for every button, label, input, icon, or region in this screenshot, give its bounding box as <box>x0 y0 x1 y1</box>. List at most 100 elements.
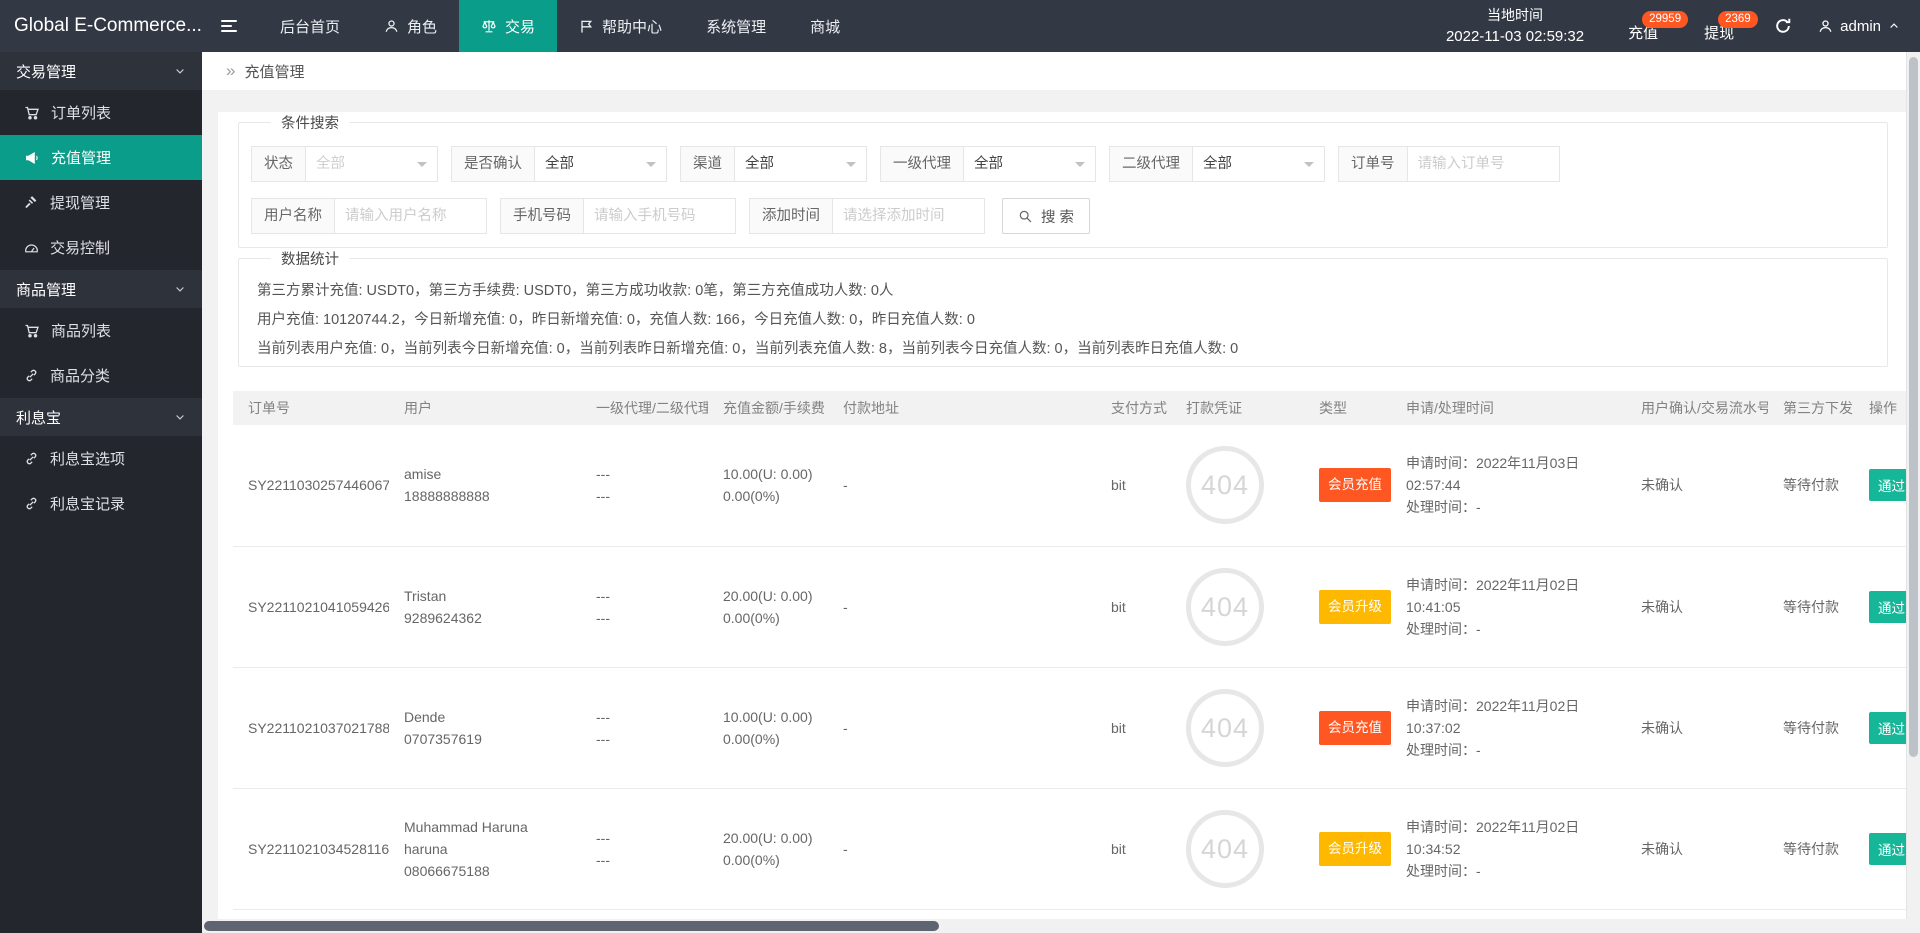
cell-actions: 通过 <box>1854 667 1908 788</box>
pass-button[interactable]: 通过 <box>1869 712 1908 744</box>
fee: 0.00(0%) <box>723 607 813 629</box>
cell-pay-method: bit <box>1096 425 1171 546</box>
nav-item-help-center[interactable]: 帮助中心 <box>557 0 684 52</box>
sidebar-item-recharge-manage[interactable]: 充值管理 <box>0 135 202 180</box>
sidebar-item-goods-list[interactable]: 商品列表 <box>0 308 202 353</box>
search-button[interactable]: 搜 索 <box>1002 198 1090 234</box>
cell-user-confirm: 未确认 <box>1626 425 1768 546</box>
local-time-label: 当地时间 <box>1446 4 1584 26</box>
sidebar-item-goods-category[interactable]: 商品分类 <box>0 353 202 398</box>
payment-proof-image: 404 <box>1186 568 1264 646</box>
nav-quick-recharge[interactable]: 充值29959 <box>1618 8 1668 44</box>
stats-lines: 第三方累计充值: USDT0，第三方手续费: USDT0，第三方成功收款: 0笔… <box>251 277 1875 364</box>
nav-item-roles[interactable]: 角色 <box>362 0 459 52</box>
nav-item-system[interactable]: 系统管理 <box>684 0 788 52</box>
apply-time: 申请时间：2022年11月02日 10:41:05 <box>1406 574 1611 618</box>
sidebar-item-lixibao-options[interactable]: 利息宝选项 <box>0 436 202 481</box>
sidebar-group-label: 交易管理 <box>16 61 76 82</box>
column-header-type: 类型 <box>1304 391 1391 425</box>
link-icon <box>24 496 39 511</box>
sidebar-group-goods-manage[interactable]: 商品管理 <box>0 270 202 308</box>
stats-line: 当前列表用户充值: 0，当前列表今日新增充值: 0，当前列表昨日新增充值: 0，… <box>251 335 1875 364</box>
cell-type: 会员充值 <box>1304 667 1391 788</box>
cell-actions: 通过 <box>1854 425 1908 546</box>
search-input-username[interactable] <box>335 198 487 234</box>
breadcrumb: » 充值管理 <box>202 52 1920 90</box>
horizontal-scrollbar-thumb[interactable] <box>204 921 939 931</box>
cell-type: 会员充值 <box>1304 425 1391 546</box>
announcement-icon <box>24 150 40 166</box>
search-field-order-no: 订单号 <box>1338 146 1560 182</box>
column-header-pay-address: 付款地址 <box>828 391 1096 425</box>
cell-order-no: SY2211021041059426 <box>233 546 389 667</box>
search-select-channel[interactable]: 全部 <box>735 146 867 182</box>
chevron-down-icon <box>646 162 656 172</box>
cell-order-no: SY2211021034528116 <box>233 788 389 909</box>
stats-legend: 数据统计 <box>271 248 349 269</box>
column-header-user: 用户 <box>389 391 581 425</box>
nav-quick-withdraw[interactable]: 提现2369 <box>1694 8 1744 44</box>
nav-item-label: 角色 <box>407 16 437 37</box>
pass-button[interactable]: 通过 <box>1869 469 1908 501</box>
user-name: Dende <box>404 706 566 728</box>
user-menu[interactable]: admin <box>1818 18 1900 35</box>
search-select-agent1[interactable]: 全部 <box>964 146 1096 182</box>
cell-type: 会员升级 <box>1304 546 1391 667</box>
sidebar-toggle[interactable] <box>202 0 258 52</box>
withdraw-count-badge: 2369 <box>1718 11 1758 28</box>
nav-item-mall[interactable]: 商城 <box>788 0 862 52</box>
chevron-down-icon <box>1075 162 1085 172</box>
user-phone: 0707357619 <box>404 728 566 750</box>
search-legend: 条件搜索 <box>271 112 349 133</box>
sidebar-group-lixibao[interactable]: 利息宝 <box>0 398 202 436</box>
search-select-confirm[interactable]: 全部 <box>535 146 667 182</box>
agent1: --- <box>596 585 693 607</box>
nav-item-home[interactable]: 后台首页 <box>258 0 362 52</box>
column-header-actions: 操作 <box>1854 391 1908 425</box>
vertical-scrollbar-thumb[interactable] <box>1909 57 1918 757</box>
table-row: SY2211021034528116Muhammad Haruna haruna… <box>233 788 1908 909</box>
amount: 20.00(U: 0.00) <box>723 827 813 849</box>
user-phone: 08066675188 <box>404 860 566 882</box>
table-row: SY2211021037021788Dende0707357619------1… <box>233 667 1908 788</box>
sidebar-item-lixibao-records[interactable]: 利息宝记录 <box>0 481 202 526</box>
search-select-status[interactable]: 全部 <box>306 146 438 182</box>
sidebar-group-trade-manage[interactable]: 交易管理 <box>0 52 202 90</box>
user-phone: 18888888888 <box>404 485 566 507</box>
search-input-add-time[interactable] <box>833 198 985 234</box>
nav-item-trade[interactable]: 交易 <box>459 0 557 52</box>
agent1: --- <box>596 706 693 728</box>
vertical-scrollbar[interactable] <box>1906 52 1920 933</box>
apply-time: 申请时间：2022年11月03日 02:57:44 <box>1406 452 1611 496</box>
search-input-order-no[interactable] <box>1408 146 1560 182</box>
refresh-icon[interactable] <box>1774 17 1792 35</box>
sidebar-item-label: 商品列表 <box>51 320 111 341</box>
cell-actions: 通过 <box>1854 546 1908 667</box>
amount: 20.00(U: 0.00) <box>723 585 813 607</box>
column-header-apply-process-time: 申请/处理时间 <box>1391 391 1626 425</box>
top-navbar: Global E-Commerce... 后台首页角色交易帮助中心系统管理商城 … <box>0 0 1920 52</box>
search-field-label: 二级代理 <box>1109 146 1193 182</box>
sidebar-item-trade-control[interactable]: 交易控制 <box>0 225 202 270</box>
sidebar-item-order-list[interactable]: 订单列表 <box>0 90 202 135</box>
amount: 10.00(U: 0.00) <box>723 463 813 485</box>
nav-item-label: 帮助中心 <box>602 16 662 37</box>
search-select-agent2[interactable]: 全部 <box>1193 146 1325 182</box>
link-icon <box>24 368 39 383</box>
pass-button[interactable]: 通过 <box>1869 591 1908 623</box>
cell-order-no: SY2211030257446067 <box>233 425 389 546</box>
sidebar-item-withdraw-manage[interactable]: 提现管理 <box>0 180 202 225</box>
column-header-user-confirm: 用户确认/交易流水号 <box>1626 391 1768 425</box>
chevron-down-icon <box>846 162 856 172</box>
sidebar-group-label: 商品管理 <box>16 279 76 300</box>
search-input-phone[interactable] <box>584 198 736 234</box>
search-field-label: 手机号码 <box>500 198 584 234</box>
cell-agents: ------ <box>581 788 708 909</box>
column-header-payment-proof: 打款凭证 <box>1171 391 1304 425</box>
nav-menu: 后台首页 角色 交易 帮助中心 系统管理商城 <box>258 0 862 52</box>
cell-amount-fee: 20.00(U: 0.00)0.00(0%) <box>708 546 828 667</box>
chevron-down-icon <box>417 162 427 172</box>
pass-button[interactable]: 通过 <box>1869 833 1908 865</box>
cell-amount-fee: 10.00(U: 0.00)0.00(0%) <box>708 425 828 546</box>
horizontal-scrollbar[interactable] <box>202 919 1920 933</box>
